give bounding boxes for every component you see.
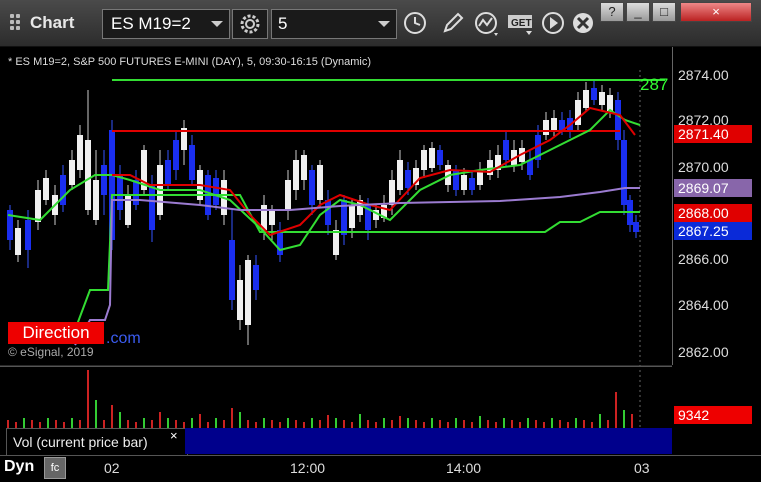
candle-body [317, 165, 323, 200]
time-label: 12:00 [290, 460, 326, 476]
candle-body [437, 150, 443, 165]
price-tag-red: 2871.40 [674, 125, 752, 143]
candle-body [229, 240, 235, 300]
candle-body [615, 100, 621, 140]
candle-body [333, 230, 339, 255]
candle-body [301, 155, 307, 180]
candle-body [85, 140, 91, 210]
candle-body [633, 222, 639, 232]
candle-body [253, 265, 259, 290]
candle-body [15, 228, 21, 255]
candle-body [25, 220, 31, 250]
candle-body [237, 280, 243, 320]
candle-body [591, 88, 597, 100]
time-label: 02 [104, 460, 120, 476]
volume-panel[interactable] [0, 366, 672, 429]
candle-body [93, 180, 99, 220]
candle-body [213, 178, 219, 205]
candle-body [189, 145, 195, 180]
candle-body [269, 210, 275, 225]
price-label: 2862.00 [678, 344, 729, 360]
candle-body [117, 175, 123, 210]
candle-body [325, 200, 331, 225]
price-tag-purple: 2869.07 [674, 179, 752, 197]
candle-body [101, 165, 107, 195]
candle-body [405, 170, 411, 188]
candle-body [527, 160, 533, 175]
candle-body [543, 120, 549, 135]
candle-body [77, 135, 83, 170]
copyright-text: © eSignal, 2019 [8, 345, 94, 359]
time-label: 03 [634, 460, 650, 476]
candle-body [293, 160, 299, 190]
candle-body [551, 118, 557, 132]
fc-button[interactable]: fc [44, 457, 66, 479]
chart-header: * ES M19=2, S&P 500 FUTURES E-MINI (DAY)… [8, 56, 372, 68]
candle-body [621, 140, 627, 205]
close-volume-icon[interactable]: × [170, 428, 178, 443]
price-label: 2866.00 [678, 251, 729, 267]
candle-body [173, 140, 179, 170]
candle-body [389, 180, 395, 205]
price-label: 2864.00 [678, 297, 729, 313]
candle-body [277, 230, 283, 255]
volume-bar-strip [185, 428, 672, 454]
dynamic-label[interactable]: Dyn [4, 458, 34, 476]
candle-body [245, 260, 251, 325]
direction-label[interactable]: Direction [8, 322, 104, 344]
candle-body [461, 175, 467, 190]
candle-body [469, 178, 475, 190]
price-label: 2870.00 [678, 159, 729, 175]
candle-body [43, 178, 49, 200]
candle-body [397, 160, 403, 190]
time-label: 14:00 [446, 460, 482, 476]
price-label: 2874.00 [678, 67, 729, 83]
candle-body [149, 185, 155, 230]
candle-body [309, 170, 315, 205]
candle-body [421, 150, 427, 170]
candle-body [285, 180, 291, 210]
candle-body [429, 148, 435, 168]
candle-body [583, 90, 589, 108]
price-tag-blue: 2867.25 [674, 222, 752, 240]
candle-body [165, 160, 171, 185]
candle-body [69, 160, 75, 185]
candle-body [35, 190, 41, 222]
candle-body [349, 205, 355, 228]
watermark-text: .com [106, 330, 141, 347]
candle-body [599, 92, 605, 105]
volume-label: Vol (current price bar) [6, 428, 188, 456]
volume-value-tag: 9342 [674, 406, 752, 424]
price-tag-red: 2868.00 [674, 204, 752, 222]
candle-body [503, 140, 509, 160]
cutoff-price-label: 287 [640, 75, 669, 94]
